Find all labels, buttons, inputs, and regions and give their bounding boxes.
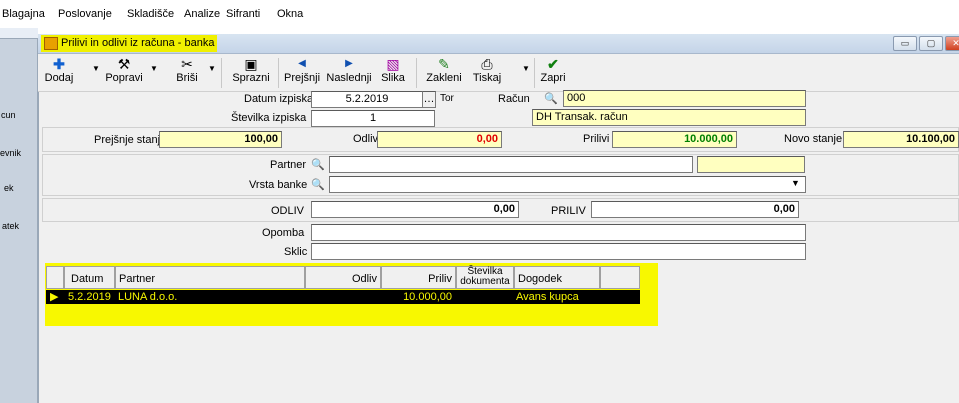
chevron-down-icon[interactable]: ▼ bbox=[522, 64, 530, 73]
inflows-field: 10.000,00 bbox=[612, 131, 737, 148]
inflows-label: Prilivi bbox=[583, 133, 610, 145]
delete-button[interactable]: ✂ Briši bbox=[172, 56, 202, 85]
menu-poslovanje[interactable]: Poslovanje bbox=[58, 8, 112, 20]
previous-balance-field: 100,00 bbox=[159, 131, 282, 148]
date-picker-button[interactable]: … bbox=[422, 91, 436, 108]
search-icon[interactable]: 🔍 bbox=[544, 92, 558, 105]
sidebar-label[interactable]: ek bbox=[4, 183, 14, 193]
statement-number-field[interactable]: 1 bbox=[311, 110, 435, 127]
background-window-sidebar: cun evnik ek atek bbox=[0, 28, 38, 403]
grid-header-indicator bbox=[46, 266, 64, 289]
new-balance-label: Novo stanje bbox=[784, 133, 843, 145]
image-button[interactable]: ▧ Slika bbox=[378, 56, 408, 85]
print-button[interactable]: ⎙ Tiskaj bbox=[470, 56, 504, 85]
menu-blagajna[interactable]: Blagajna bbox=[2, 8, 45, 20]
account-label: Račun bbox=[498, 93, 530, 105]
statement-number-label: Številka izpiska bbox=[231, 112, 307, 124]
window-titlebar: Prilivi in odlivi iz računa - banka ▭ ▢ … bbox=[38, 34, 959, 54]
partner-label: Partner bbox=[270, 159, 307, 171]
close-button[interactable]: ✕ bbox=[945, 36, 959, 51]
account-name-field: DH Transak. račun bbox=[532, 109, 806, 126]
outflow-field[interactable]: 0,00 bbox=[311, 201, 519, 218]
minimize-button[interactable]: ▭ bbox=[893, 36, 917, 51]
next-button[interactable]: ▶ Naslednji bbox=[324, 56, 374, 85]
menu-analize[interactable]: Analize bbox=[184, 8, 220, 20]
grid-header-odliv[interactable]: Odliv bbox=[305, 266, 381, 289]
partner-field[interactable] bbox=[329, 156, 693, 173]
lock-icon: ✎ bbox=[438, 56, 450, 72]
menu-bar: Blagajna Poslovanje Skladišče Analize Si… bbox=[0, 0, 959, 22]
previous-button[interactable]: ◀ Prejšnji bbox=[284, 56, 320, 85]
app-icon bbox=[44, 37, 58, 50]
statement-date-label: Datum izpiska bbox=[244, 93, 314, 105]
chevron-down-icon[interactable]: ▼ bbox=[208, 64, 216, 73]
arrow-left-icon: ◀ bbox=[298, 58, 306, 69]
bank-type-select[interactable] bbox=[329, 176, 806, 193]
lock-button[interactable]: ✎ Zakleni bbox=[424, 56, 464, 85]
grid-header-datum[interactable]: Datum bbox=[64, 266, 115, 289]
statement-date-field[interactable]: 5.2.2019 bbox=[311, 91, 423, 108]
note-label: Opomba bbox=[262, 227, 305, 239]
search-icon[interactable]: 🔍 bbox=[311, 158, 325, 171]
cell-dogodek: Avans kupca bbox=[516, 291, 579, 303]
grid-header-extra bbox=[600, 266, 640, 289]
cell-datum: 5.2.2019 bbox=[68, 291, 111, 303]
window-title: Prilivi in odlivi iz računa - banka bbox=[61, 37, 215, 49]
clear-button[interactable]: ▣ Sprazni bbox=[231, 56, 271, 85]
chevron-down-icon[interactable]: ▼ bbox=[150, 64, 158, 73]
outflow-label: ODLIV bbox=[271, 205, 305, 217]
hammer-icon: ⚒ bbox=[117, 56, 131, 72]
row-pointer-icon: ▶ bbox=[50, 291, 59, 303]
grid-header-stevilka[interactable]: Številka dokumenta bbox=[456, 266, 514, 289]
table-row[interactable]: ▶ 5.2.2019 LUNA d.o.o. 10.000,00 Avans k… bbox=[46, 290, 640, 304]
sidebar-label[interactable]: cun bbox=[1, 110, 16, 120]
grid-header-dogodek[interactable]: Dogodek bbox=[514, 266, 600, 289]
inflow-field[interactable]: 0,00 bbox=[591, 201, 799, 218]
sidebar-label[interactable]: atek bbox=[2, 221, 19, 231]
add-button[interactable]: ✚ Dodaj bbox=[44, 56, 74, 85]
search-icon[interactable]: 🔍 bbox=[311, 178, 325, 191]
partner-code-field bbox=[697, 156, 805, 173]
printer-icon: ⎙ bbox=[481, 56, 493, 72]
grid-header-partner[interactable]: Partner bbox=[115, 266, 305, 289]
menu-skladisce[interactable]: Skladišče bbox=[127, 8, 174, 20]
menu-okna[interactable]: Okna bbox=[277, 8, 303, 20]
outflows-field: 0,00 bbox=[377, 131, 502, 148]
cell-priliv: 10.000,00 bbox=[403, 291, 452, 303]
toolbar: ✚ Dodaj ▼ ⚒ Popravi ▼ ✂ Briši ▼ ▣ Sprazn… bbox=[38, 54, 959, 92]
reference-label: Sklic bbox=[284, 246, 308, 258]
reference-field[interactable] bbox=[311, 243, 806, 260]
new-balance-field: 10.100,00 bbox=[843, 131, 959, 148]
plus-icon: ✚ bbox=[53, 56, 65, 72]
menu-sifranti[interactable]: Sifranti bbox=[226, 8, 260, 20]
window-title-highlight: Prilivi in odlivi iz računa - banka bbox=[41, 35, 218, 52]
cell-partner: LUNA d.o.o. bbox=[118, 291, 178, 303]
checkmark-icon: ✔ bbox=[547, 56, 559, 72]
account-field[interactable]: 000 bbox=[563, 90, 806, 107]
inflow-label: PRILIV bbox=[551, 205, 586, 217]
grid-header-priliv[interactable]: Priliv bbox=[381, 266, 456, 289]
note-field[interactable] bbox=[311, 224, 806, 241]
chevron-down-icon[interactable]: ▼ bbox=[791, 178, 800, 188]
weekday-label: Tor bbox=[440, 93, 454, 104]
arrow-right-icon: ▶ bbox=[345, 58, 353, 69]
chevron-down-icon[interactable]: ▼ bbox=[92, 64, 100, 73]
maximize-button[interactable]: ▢ bbox=[919, 36, 943, 51]
bank-type-label: Vrsta banke bbox=[249, 179, 308, 191]
scissors-icon: ✂ bbox=[181, 56, 193, 72]
picture-icon: ▧ bbox=[386, 56, 400, 72]
clear-icon: ▣ bbox=[244, 56, 258, 72]
previous-balance-label: Prejšnje stanje bbox=[94, 134, 167, 146]
sidebar-label[interactable]: evnik bbox=[0, 148, 21, 158]
edit-button[interactable]: ⚒ Popravi bbox=[104, 56, 144, 85]
close-form-button[interactable]: ✔ Zapri bbox=[538, 56, 568, 85]
